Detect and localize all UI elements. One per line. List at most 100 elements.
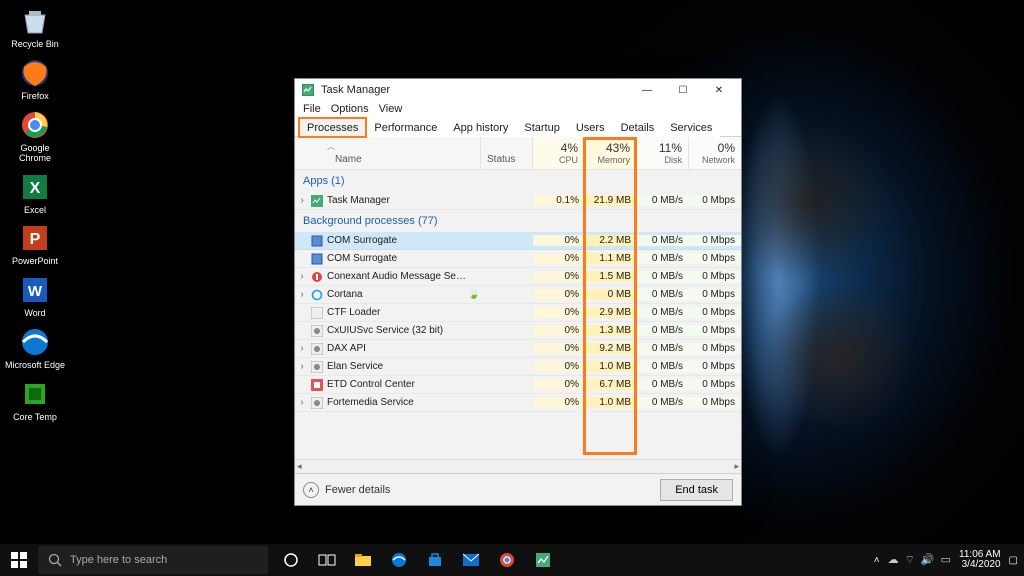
task-view-icon[interactable] — [310, 544, 344, 576]
process-disk: 0 MB/s — [637, 343, 689, 354]
process-network: 0 Mbps — [689, 361, 741, 372]
process-network: 0 Mbps — [689, 379, 741, 390]
tab-app-history[interactable]: App history — [445, 118, 516, 137]
task-manager-icon — [309, 195, 325, 207]
process-network: 0 Mbps — [689, 289, 741, 300]
minimize-button[interactable]: — — [629, 79, 665, 101]
tab-users[interactable]: Users — [568, 118, 613, 137]
process-row[interactable]: COM Surrogate0%1.1 MB0 MB/s0 Mbps — [295, 250, 741, 268]
process-disk: 0 MB/s — [637, 253, 689, 264]
wifi-icon[interactable]: ⌔ — [905, 553, 915, 567]
desktop-icon-core-temp[interactable]: Core Temp — [4, 377, 66, 423]
desktop-icon-excel[interactable]: XExcel — [4, 170, 66, 216]
taskbar-search[interactable]: Type here to search — [38, 546, 268, 574]
process-row[interactable]: ›Elan Service0%1.0 MB0 MB/s0 Mbps — [295, 358, 741, 376]
desktop-icon-label: Google Chrome — [4, 144, 66, 164]
desktop-icon-edge[interactable]: Microsoft Edge — [4, 325, 66, 371]
task-manager-icon — [301, 83, 315, 97]
close-button[interactable]: ✕ — [701, 79, 737, 101]
process-row[interactable]: CxUIUSvc Service (32 bit)0%1.3 MB0 MB/s0… — [295, 322, 741, 340]
desktop-icon-label: Core Temp — [13, 413, 57, 423]
process-cpu: 0% — [533, 289, 585, 300]
process-rows[interactable]: Apps (1)›Task Manager0.1%21.9 MB0 MB/s0 … — [295, 170, 741, 459]
process-memory: 6.7 MB — [585, 379, 637, 390]
process-disk: 0 MB/s — [637, 271, 689, 282]
cortana-taskbar-icon[interactable] — [274, 544, 308, 576]
chrome-taskbar-icon[interactable] — [490, 544, 524, 576]
process-group-header[interactable]: Apps (1) — [295, 170, 741, 192]
process-cpu: 0% — [533, 253, 585, 264]
tray-chevron-icon[interactable]: ˄ — [874, 555, 880, 566]
process-row[interactable]: COM Surrogate0%2.2 MB0 MB/s0 Mbps — [295, 232, 741, 250]
process-row[interactable]: ›Cortana🍃0%0 MB0 MB/s0 Mbps — [295, 286, 741, 304]
process-row[interactable]: ›Fortemedia Service0%1.0 MB0 MB/s0 Mbps — [295, 394, 741, 412]
desktop-icon-firefox[interactable]: Firefox — [4, 56, 66, 102]
tab-services[interactable]: Services — [662, 118, 720, 137]
tab-processes[interactable]: Processes — [299, 118, 366, 137]
tab-details[interactable]: Details — [613, 118, 663, 137]
col-status[interactable]: Status — [481, 137, 533, 169]
menu-file[interactable]: File — [303, 103, 321, 115]
desktop-icon-recycle-bin[interactable]: Recycle Bin — [4, 4, 66, 50]
process-memory: 0 MB — [585, 289, 637, 300]
h-scrollbar[interactable]: ◂▸ — [295, 459, 741, 473]
file-explorer-icon[interactable] — [346, 544, 380, 576]
titlebar[interactable]: Task Manager — ☐ ✕ — [295, 79, 741, 101]
process-row[interactable]: ›Task Manager0.1%21.9 MB0 MB/s0 Mbps — [295, 192, 741, 210]
volume-icon[interactable]: 🔊 — [921, 553, 935, 567]
etd-icon — [309, 379, 325, 391]
process-memory: 1.0 MB — [585, 397, 637, 408]
expand-toggle-icon[interactable]: › — [295, 271, 309, 282]
tab-startup[interactable]: Startup — [516, 118, 567, 137]
expand-toggle-icon[interactable]: › — [295, 289, 309, 300]
window-title: Task Manager — [321, 84, 629, 96]
desktop-icon-label: Firefox — [21, 92, 49, 102]
process-network: 0 Mbps — [689, 397, 741, 408]
process-network: 0 Mbps — [689, 253, 741, 264]
column-headers: ︿ Name Status 4% CPU 43% Memory 11% Disk… — [295, 137, 741, 170]
end-task-button[interactable]: End task — [660, 479, 733, 501]
process-memory: 1.0 MB — [585, 361, 637, 372]
process-network: 0 Mbps — [689, 307, 741, 318]
maximize-button[interactable]: ☐ — [665, 79, 701, 101]
service-icon — [309, 325, 325, 337]
sort-indicator-icon: ︿ — [327, 141, 335, 152]
notifications-icon[interactable]: ▢ — [1009, 555, 1018, 566]
fewer-details-button[interactable]: ˄ Fewer details — [303, 482, 390, 498]
col-name[interactable]: ︿ Name — [295, 137, 481, 169]
process-disk: 0 MB/s — [637, 379, 689, 390]
onedrive-icon[interactable]: ☁ — [888, 553, 899, 567]
process-network: 0 Mbps — [689, 343, 741, 354]
task-manager-taskbar-icon[interactable] — [526, 544, 560, 576]
process-row[interactable]: CTF Loader0%2.9 MB0 MB/s0 Mbps — [295, 304, 741, 322]
svg-text:P: P — [30, 231, 41, 248]
desktop-icon-word[interactable]: WWord — [4, 273, 66, 319]
desktop-icon-chrome[interactable]: Google Chrome — [4, 108, 66, 164]
menu-options[interactable]: Options — [331, 103, 369, 115]
desktop-icon-powerpoint[interactable]: PPowerPoint — [4, 221, 66, 267]
process-name: DAX API — [325, 343, 467, 354]
battery-icon[interactable]: ▭ — [941, 553, 951, 567]
col-disk[interactable]: 11% Disk — [637, 137, 689, 169]
mail-icon[interactable] — [454, 544, 488, 576]
col-memory[interactable]: 43% Memory — [585, 137, 637, 169]
process-row[interactable]: ›Conexant Audio Message Service0%1.5 MB0… — [295, 268, 741, 286]
menu-bar: File Options View — [295, 101, 741, 117]
expand-toggle-icon[interactable]: › — [295, 343, 309, 354]
process-cpu: 0% — [533, 271, 585, 282]
process-row[interactable]: ETD Control Center0%6.7 MB0 MB/s0 Mbps — [295, 376, 741, 394]
menu-view[interactable]: View — [379, 103, 403, 115]
start-button[interactable] — [0, 544, 38, 576]
col-cpu[interactable]: 4% CPU — [533, 137, 585, 169]
store-icon[interactable] — [418, 544, 452, 576]
col-network[interactable]: 0% Network — [689, 137, 741, 169]
expand-toggle-icon[interactable]: › — [295, 195, 309, 206]
process-disk: 0 MB/s — [637, 235, 689, 246]
expand-toggle-icon[interactable]: › — [295, 361, 309, 372]
process-group-header[interactable]: Background processes (77) — [295, 210, 741, 232]
tab-performance[interactable]: Performance — [366, 118, 445, 137]
edge-taskbar-icon[interactable] — [382, 544, 416, 576]
process-row[interactable]: ›DAX API0%9.2 MB0 MB/s0 Mbps — [295, 340, 741, 358]
expand-toggle-icon[interactable]: › — [295, 397, 309, 408]
taskbar-clock[interactable]: 11:06 AM 3/4/2020 — [959, 550, 1001, 571]
